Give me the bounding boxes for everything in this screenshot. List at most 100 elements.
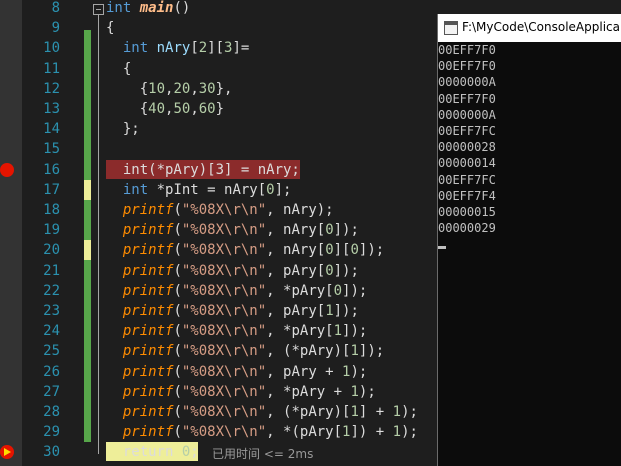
code-token: , pAry + [266, 363, 343, 380]
console-output-line: 00EFF7FC [438, 124, 496, 139]
code-token: 30 [198, 80, 216, 97]
code-token: ( [173, 303, 182, 319]
code-line[interactable]: {40,50,60} [106, 99, 224, 119]
code-line[interactable]: printf("%08X\r\n", nAry[0]); [106, 220, 359, 240]
code-token: 1 [350, 404, 359, 420]
code-line[interactable]: int(*pAry)[3] = nAry; [106, 160, 300, 180]
code-line[interactable]: int nAry[2][3]= [106, 38, 249, 58]
code-token: , *pAry + [266, 383, 351, 400]
line-number: 20 [43, 242, 60, 259]
line-number: 15 [43, 141, 60, 158]
code-line[interactable]: printf("%08X\r\n", *(pAry[1]) + 1); [106, 422, 418, 442]
line-number: 27 [43, 383, 60, 400]
code-token: "%08X\r\n" [181, 424, 267, 441]
code-token: "%08X\r\n" [181, 363, 267, 380]
code-token: ][ [333, 242, 351, 259]
line-number: 16 [43, 161, 60, 178]
code-token: 1 [333, 323, 343, 340]
code-token: 0 [350, 242, 359, 259]
code-token: 2 [198, 40, 208, 57]
breakpoint-icon[interactable] [0, 163, 14, 177]
code-token: , *pAry[ [266, 282, 334, 299]
code-token: ]; [274, 181, 292, 198]
line-number: 23 [43, 303, 60, 319]
code-token: ( [173, 383, 182, 400]
code-token: ] + [358, 404, 393, 420]
code-token: 0 [333, 282, 343, 299]
code-token: , pAry[ [266, 262, 326, 279]
code-line[interactable]: }; [106, 119, 140, 139]
code-token: 1 [392, 404, 402, 420]
code-token: ); [401, 404, 418, 420]
breakpoint-current-statement-icon[interactable] [0, 445, 14, 459]
code-token: , *pAry[ [266, 323, 334, 340]
code-token: "%08X\r\n" [181, 323, 267, 340]
code-token: , *(pAry[ [266, 424, 343, 441]
code-line[interactable]: int *pInt = nAry[0]; [106, 180, 292, 200]
code-token: ]); [333, 303, 359, 319]
code-line[interactable]: printf("%08X\r\n", nAry); [106, 200, 334, 220]
code-line[interactable]: { [106, 18, 114, 38]
code-token: ( [173, 343, 182, 360]
fold-guide [98, 14, 99, 454]
code-token: () [173, 0, 191, 16]
code-line[interactable]: {10,20,30}, [106, 79, 233, 99]
code-token: printf [122, 262, 174, 279]
code-token: int [122, 181, 149, 198]
code-token: ); [350, 363, 368, 380]
console-output-line: 00000029 [438, 221, 496, 236]
perf-tip-timing[interactable]: 已用时间 <= 2ms [212, 445, 313, 462]
code-token: ]); [358, 242, 385, 259]
console-title-bar[interactable]: F:\MyCode\ConsoleApplica [438, 14, 621, 42]
code-line[interactable]: printf("%08X\r\n", *pAry + 1); [106, 382, 376, 402]
code-line[interactable]: printf("%08X\r\n", nAry[0][0]); [106, 240, 384, 260]
console-output-line: 00000015 [438, 205, 496, 220]
code-line[interactable]: printf("%08X\r\n", pAry[1]); [106, 301, 359, 321]
code-line[interactable]: return 0; [106, 442, 199, 462]
code-token: "%08X\r\n" [181, 222, 267, 239]
code-line[interactable]: printf("%08X\r\n", pAry + 1); [106, 362, 367, 382]
console-cursor [438, 246, 446, 249]
code-line[interactable]: printf("%08X\r\n", (*pAry)[1]); [106, 341, 384, 361]
unsaved-change-marker [84, 180, 91, 200]
breakpoint-gutter[interactable] [0, 0, 22, 466]
code-token: printf [122, 323, 174, 340]
code-token: ( [173, 262, 182, 279]
code-token: { [106, 60, 132, 77]
code-token: ]= [232, 40, 250, 57]
code-token: 40 [148, 101, 166, 117]
code-line[interactable]: printf("%08X\r\n", (*pAry)[1] + 1); [106, 402, 418, 422]
console-output-line: 00EFF7F0 [438, 59, 496, 74]
code-token: ( [173, 404, 182, 420]
code-line[interactable]: { [106, 59, 131, 79]
line-number: 19 [43, 222, 60, 239]
code-line[interactable]: printf("%08X\r\n", *pAry[1]); [106, 321, 367, 341]
line-number: 30 [43, 444, 60, 461]
code-token: , [190, 101, 199, 117]
code-token: printf [122, 303, 174, 319]
code-token: ]); [358, 343, 385, 360]
console-output-line: 0000000A [438, 107, 496, 122]
code-token: "%08X\r\n" [181, 242, 267, 259]
line-number: 21 [43, 262, 60, 279]
code-token: , (*pAry)[ [266, 404, 351, 420]
code-token: ( [173, 424, 182, 441]
console-window[interactable]: F:\MyCode\ConsoleApplica 00EFF7F0 00EFF7F… [437, 14, 621, 466]
code-token: }; [106, 121, 140, 138]
code-line[interactable]: printf("%08X\r\n", *pAry[0]); [106, 281, 367, 301]
code-token: printf [122, 383, 174, 400]
code-token: printf [122, 202, 174, 218]
code-line[interactable]: printf("%08X\r\n", pAry[0]); [106, 261, 359, 281]
line-number: 26 [43, 363, 60, 380]
code-line[interactable]: int main() [106, 0, 190, 18]
code-token: "%08X\r\n" [181, 202, 267, 218]
code-token: printf [122, 363, 174, 380]
code-token: 10 [148, 80, 166, 97]
